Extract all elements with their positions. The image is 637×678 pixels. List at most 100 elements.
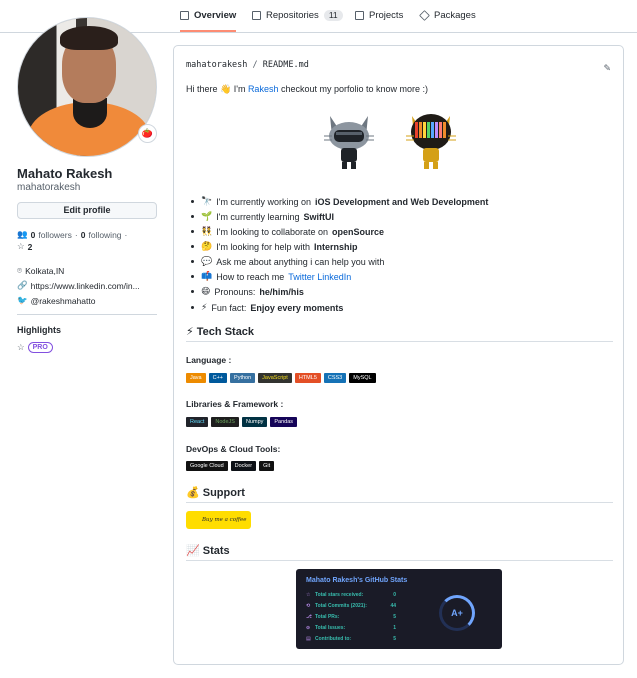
tab-repositories[interactable]: Repositories 11 (252, 10, 343, 32)
follow-stats: 👥 0 followers · 0 following · (17, 229, 128, 240)
google-cloud-badge: Google Cloud (186, 461, 228, 471)
octocat-daftpunk-image (406, 114, 456, 169)
tab-packages[interactable]: Packages (419, 10, 476, 32)
star-icon: ☆ (17, 342, 25, 352)
list-item: 🤔 I'm looking for help with Internship (191, 241, 358, 252)
avatar[interactable] (17, 17, 157, 157)
list-item: 😄 Pronouns: he/him/his (191, 286, 304, 297)
stats-label: Total stars received: (315, 592, 364, 598)
stats-label: Total Issues: (315, 625, 346, 631)
repo-icon: ▤ (306, 636, 311, 642)
highlights-title: Highlights (17, 325, 61, 335)
profile-login: mahatorakesh (17, 182, 81, 193)
list-bold: SwiftUI (303, 211, 334, 222)
edit-profile-button[interactable]: Edit profile (17, 202, 157, 219)
star-icon: ☆ (306, 592, 311, 598)
repo-count-badge: 11 (323, 10, 343, 21)
list-item: 👯 I'm looking to collaborate on openSourc… (191, 226, 384, 237)
java-badge: Java (186, 373, 206, 383)
link-icon: 🔗 (17, 280, 28, 290)
buy-me-a-coffee-button[interactable]: Buy me a coffee (186, 511, 251, 529)
intro-text: Hi there 👋 I'm (186, 84, 248, 94)
project-icon (355, 11, 364, 20)
javascript-badge: JavaScript (258, 373, 292, 383)
stats-row: ▤ Contributed to: 5 (306, 636, 396, 642)
readme-intro: Hi there 👋 I'm Rakesh checkout my porfol… (186, 84, 428, 95)
history-icon: ⟲ (306, 603, 311, 609)
intro-link[interactable]: Rakesh (248, 84, 279, 94)
list-item: ⚡ Fun fact: Enjoy every moments (191, 302, 343, 313)
list-bold: openSource (332, 226, 385, 237)
issue-icon: ⊙ (306, 625, 311, 631)
stats-value: 5 (393, 636, 396, 642)
list-text: I'm currently learning (216, 211, 300, 222)
stats-value: 44 (390, 603, 396, 609)
location-row: ⌾ Kolkata,IN (17, 265, 64, 276)
readme-card: mahatorakesh / README.md ✎ Hi there 👋 I'… (173, 45, 624, 665)
stats-row: ⟲ Total Commits (2021): 44 (306, 603, 396, 609)
list-bold: he/him/his (259, 286, 304, 297)
divider (17, 314, 157, 315)
repo-icon (252, 11, 261, 20)
language-heading: Language : (186, 355, 232, 365)
list-bold: Enjoy every moments (250, 302, 344, 313)
breadcrumb: mahatorakesh / README.md (186, 60, 309, 70)
followers-count[interactable]: 0 (31, 230, 36, 240)
list-item: 💬 Ask me about anything i can help you wi… (191, 256, 384, 267)
twitter-link[interactable]: @rakeshmahatto (31, 296, 96, 306)
github-stats-card: Mahato Rakesh's GitHub Stats ☆ Total star… (296, 569, 502, 649)
status-emoji-button[interactable]: 🍅 (138, 124, 157, 143)
list-item: 📫 How to reach me Twitter LinkedIn (191, 271, 351, 282)
list-text: Pronouns: (214, 286, 256, 297)
list-text: I'm looking to collaborate on (216, 226, 329, 237)
stats-title: Mahato Rakesh's GitHub Stats (306, 577, 408, 584)
devops-badges: Google Cloud Docker Git (186, 461, 275, 471)
mysql-badge: MySQL (349, 373, 376, 383)
devops-heading: DevOps & Cloud Tools: (186, 444, 281, 454)
following-label[interactable]: following (88, 230, 121, 240)
tech-stack-heading: ⚡ Tech Stack (186, 325, 613, 342)
stars-count: 2 (27, 241, 33, 252)
docker-badge: Docker (230, 461, 257, 471)
followers-label[interactable]: followers (38, 230, 72, 240)
list-text: I'm currently working on (216, 196, 311, 207)
list-text: Ask me about anything i can help you wit… (216, 256, 385, 267)
edit-pencil-icon[interactable]: ✎ (603, 63, 611, 74)
list-text: I'm looking for help with (216, 241, 310, 252)
location-text: Kolkata,IN (25, 265, 65, 276)
stats-row: ☆ Total stars received: 0 (306, 592, 396, 598)
book-icon (180, 11, 189, 20)
package-icon (419, 10, 430, 21)
pull-request-icon: ⎇ (306, 614, 312, 620)
cpp-badge: C++ (208, 373, 228, 383)
list-text: Fun fact: (211, 302, 247, 313)
contact-links[interactable]: Twitter LinkedIn (288, 272, 351, 282)
readme-owner-link[interactable]: mahatorakesh (186, 60, 247, 70)
website-row[interactable]: 🔗 https://www.linkedin.com/in... (17, 280, 140, 291)
stars-stat[interactable]: ☆ 2 (17, 241, 32, 252)
grade-label: A+ (451, 608, 463, 618)
twitter-row[interactable]: 🐦 @rakeshmahatto (17, 295, 95, 306)
speech-icon: 💬 (201, 256, 213, 266)
git-badge: Git (259, 461, 275, 471)
frameworks-heading: Libraries & Framework : (186, 399, 284, 409)
tab-label: Overview (194, 10, 237, 21)
octocat-image (324, 116, 374, 169)
framework-badges: React NodeJS Numpy Pandas (186, 417, 298, 427)
dancers-icon: 👯 (201, 226, 213, 236)
tab-overview[interactable]: Overview (180, 10, 237, 32)
lightning-icon: ⚡ (201, 302, 208, 312)
nodejs-badge: NodeJS (211, 417, 239, 427)
twitter-icon: 🐦 (17, 295, 28, 305)
react-badge: React (186, 417, 209, 427)
people-icon: 👥 (17, 229, 28, 239)
telescope-icon: 🔭 (201, 196, 213, 206)
thinking-icon: 🤔 (201, 241, 213, 251)
website-link[interactable]: https://www.linkedin.com/in... (31, 281, 140, 291)
tab-projects[interactable]: Projects (355, 10, 403, 32)
python-badge: Python (230, 373, 256, 383)
smile-icon: 😄 (201, 286, 211, 296)
profile-name: Mahato Rakesh (17, 166, 113, 181)
following-count[interactable]: 0 (81, 230, 86, 240)
stats-value: 5 (393, 614, 396, 620)
